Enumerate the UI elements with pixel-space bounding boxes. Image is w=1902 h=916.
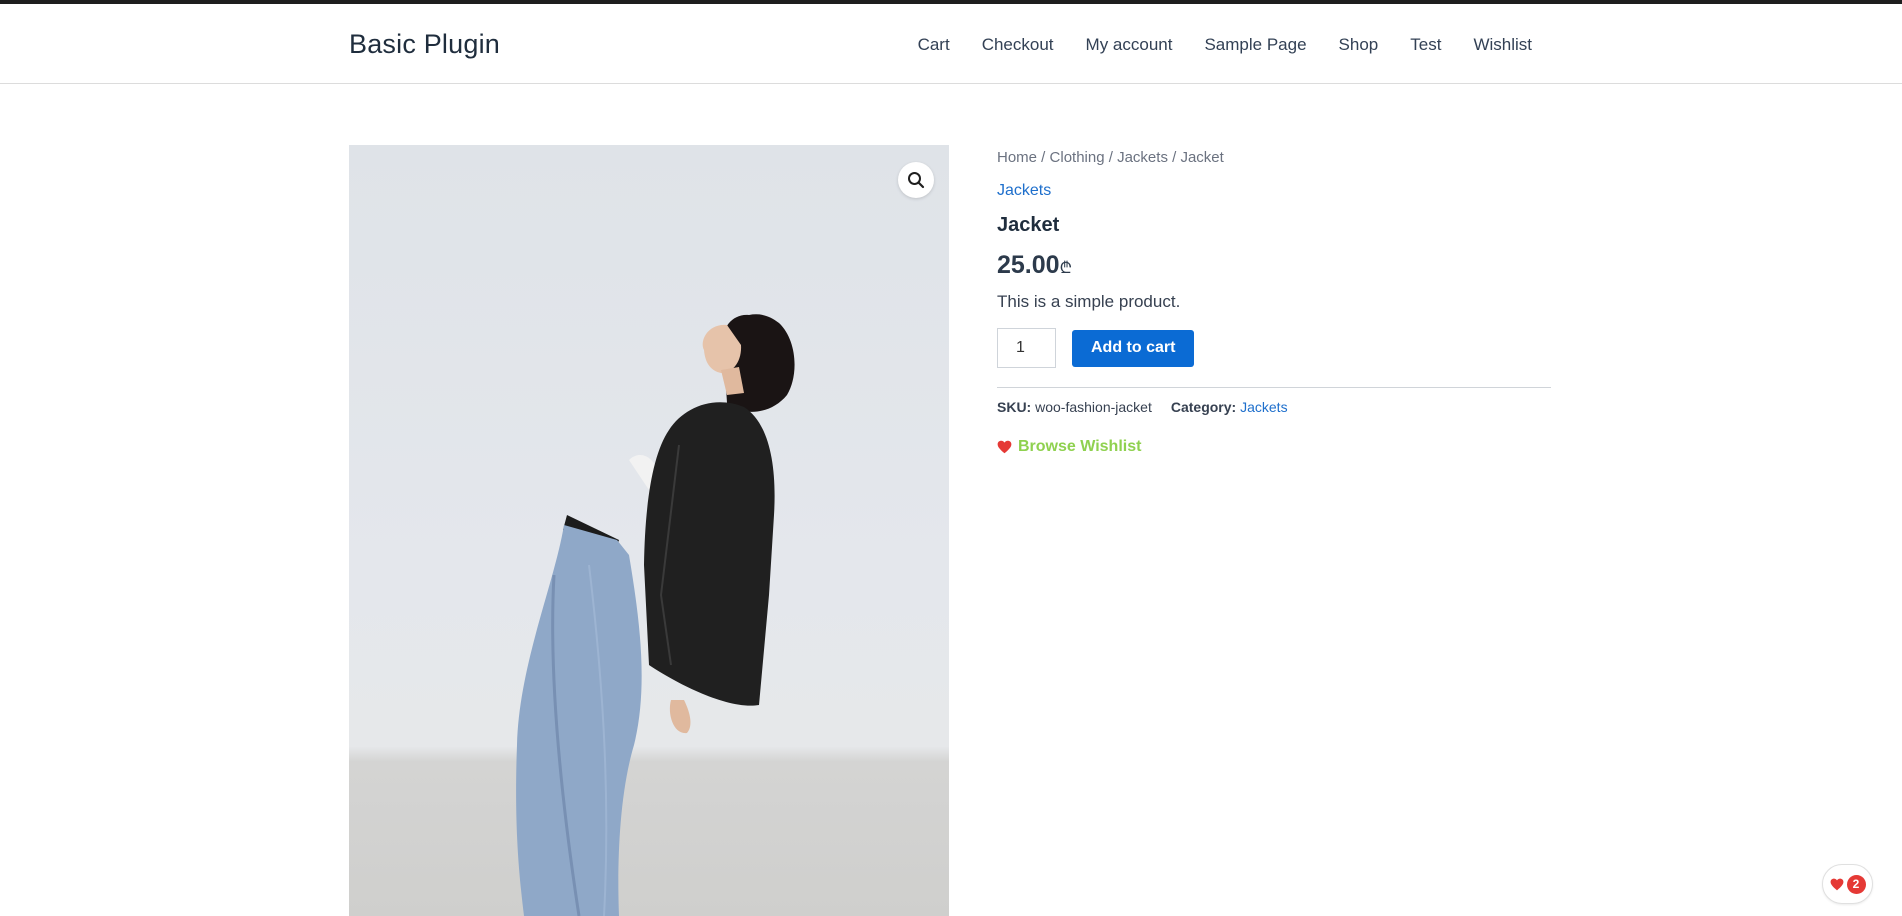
product-image xyxy=(516,314,795,916)
nav-item-test[interactable]: Test xyxy=(1410,35,1441,55)
sku-wrapper: SKU: woo-fashion-jacket xyxy=(997,399,1152,415)
product-title: Jacket xyxy=(997,214,1060,236)
short-description: This is a simple product. xyxy=(997,292,1181,311)
breadcrumb-separator: / xyxy=(1037,149,1050,166)
add-to-cart-button[interactable]: Add to cart xyxy=(1072,329,1195,367)
product-meta: SKU: woo-fashion-jacket Category: Jacket… xyxy=(997,399,1551,415)
breadcrumb-clothing[interactable]: Clothing xyxy=(1050,149,1105,166)
breadcrumb-separator: / xyxy=(1167,149,1181,166)
category-label: Category: xyxy=(1170,399,1237,415)
heart-icon xyxy=(997,440,1012,454)
breadcrumb-home[interactable]: Home xyxy=(997,149,1037,166)
browse-wishlist-link[interactable]: Browse Wishlist xyxy=(997,438,1551,456)
product-gallery[interactable] xyxy=(349,145,949,916)
wishlist-count-badge: 2 xyxy=(1846,874,1866,894)
category-value-link[interactable]: Jackets xyxy=(1240,399,1287,415)
site-header: Basic Plugin Cart Checkout My account Sa… xyxy=(0,4,1902,84)
category-wrapper: Category: Jackets xyxy=(1171,399,1288,415)
zoom-button[interactable] xyxy=(898,162,934,198)
browse-wishlist-label: Browse Wishlist xyxy=(1018,438,1142,455)
search-icon xyxy=(908,172,925,189)
nav-item-wishlist[interactable]: Wishlist xyxy=(1473,35,1532,55)
sku-label: SKU: xyxy=(997,399,1032,415)
breadcrumb-separator: / xyxy=(1104,149,1118,166)
sku-value: woo-fashion-jacket xyxy=(1035,399,1152,415)
nav-item-shop[interactable]: Shop xyxy=(1339,35,1379,55)
floating-wishlist-button[interactable]: 2 xyxy=(1822,864,1873,904)
price-amount: 25.00 xyxy=(997,251,1060,279)
add-to-cart-form: Add to cart xyxy=(997,328,1551,368)
product-price: 25.00₾ xyxy=(997,251,1551,280)
primary-nav: Cart Checkout My account Sample Page Sho… xyxy=(918,35,1532,55)
currency-symbol: ₾ xyxy=(1059,260,1072,277)
divider xyxy=(997,387,1551,388)
heart-icon xyxy=(1830,878,1843,890)
nav-item-my-account[interactable]: My account xyxy=(1086,35,1173,55)
nav-item-cart[interactable]: Cart xyxy=(918,35,950,55)
breadcrumb-jackets[interactable]: Jackets xyxy=(1117,149,1168,166)
product-summary: Home / Clothing / Jackets / Jacket Jacke… xyxy=(997,145,1551,456)
product-category-link[interactable]: Jackets xyxy=(997,182,1551,200)
breadcrumb-current: Jacket xyxy=(1180,149,1224,166)
quantity-input[interactable] xyxy=(997,328,1056,368)
site-title[interactable]: Basic Plugin xyxy=(349,29,500,60)
breadcrumb: Home / Clothing / Jackets / Jacket xyxy=(997,149,1551,166)
nav-item-sample-page[interactable]: Sample Page xyxy=(1204,35,1306,55)
nav-item-checkout[interactable]: Checkout xyxy=(982,35,1054,55)
